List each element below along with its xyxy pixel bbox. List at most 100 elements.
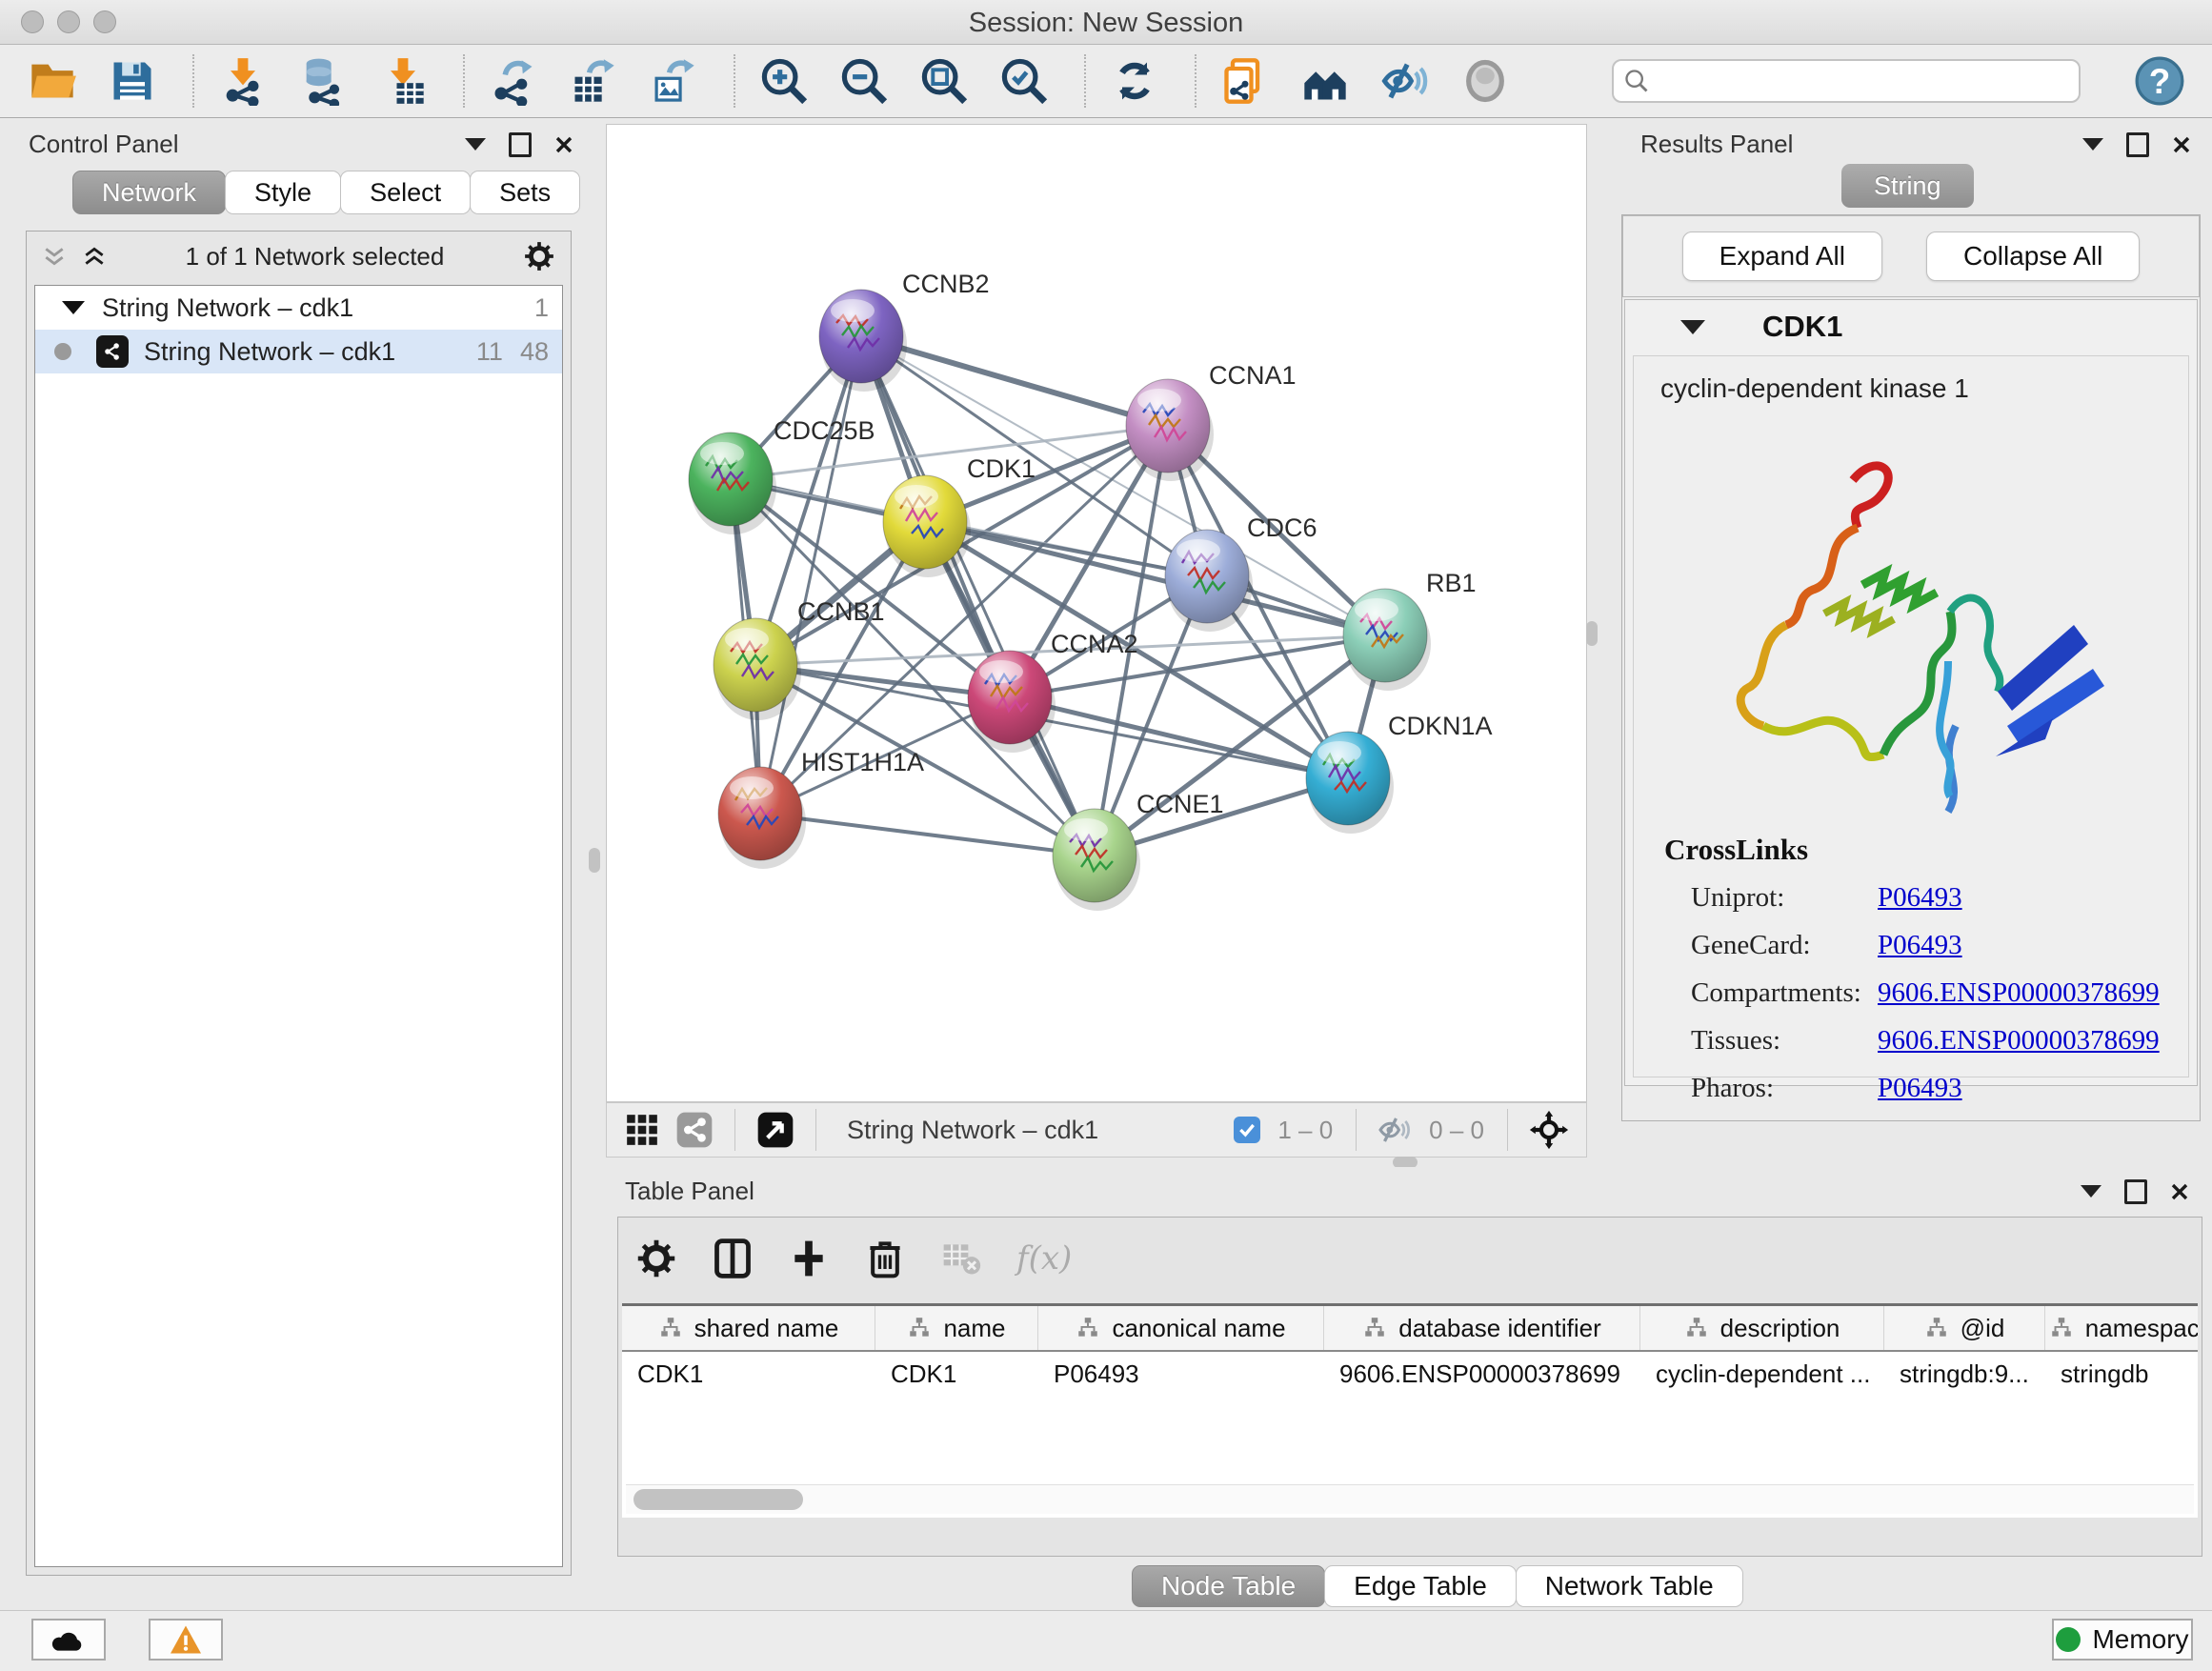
panel-menu-icon[interactable] bbox=[465, 138, 486, 151]
zoom-out-button[interactable] bbox=[836, 53, 892, 109]
gene-section-header[interactable]: CDK1 bbox=[1625, 300, 2197, 353]
function-builder-icon[interactable]: f(x) bbox=[1016, 1239, 1072, 1278]
panel-float-icon[interactable] bbox=[2124, 1179, 2147, 1204]
network-node-label: CCNA2 bbox=[1051, 630, 1138, 658]
pharos-link[interactable]: P06493 bbox=[1878, 1073, 1962, 1104]
column-header-namespace[interactable]: namespace bbox=[2045, 1306, 2198, 1350]
string-network-icon bbox=[96, 335, 129, 368]
tab-node-table[interactable]: Node Table bbox=[1132, 1565, 1325, 1607]
import-network-file-button[interactable] bbox=[215, 53, 271, 109]
scrollbar-thumb[interactable] bbox=[633, 1489, 803, 1510]
network-node[interactable]: CCNB2 bbox=[819, 270, 990, 392]
zoom-in-button[interactable] bbox=[756, 53, 812, 109]
control-panel-title: Control Panel bbox=[29, 130, 179, 159]
tab-network[interactable]: Network bbox=[72, 171, 226, 214]
table-gear-icon[interactable] bbox=[635, 1238, 677, 1279]
genecard-link[interactable]: P06493 bbox=[1878, 930, 1962, 961]
export-network-button[interactable] bbox=[486, 53, 541, 109]
zoom-selected-button[interactable] bbox=[996, 53, 1052, 109]
add-column-icon[interactable] bbox=[788, 1238, 830, 1279]
collapse-all-networks-icon[interactable] bbox=[42, 244, 67, 269]
panel-menu-icon[interactable] bbox=[2082, 138, 2103, 151]
network-node[interactable]: HIST1H1A bbox=[718, 748, 924, 869]
tissues-link[interactable]: 9606.ENSP00000378699 bbox=[1878, 1025, 2160, 1057]
expand-all-button[interactable]: Expand All bbox=[1682, 232, 1882, 281]
toolbar-separator bbox=[1084, 54, 1086, 108]
expand-all-networks-icon[interactable] bbox=[82, 244, 107, 269]
tab-style[interactable]: Style bbox=[225, 171, 341, 214]
left-splitter-handle[interactable] bbox=[589, 848, 600, 873]
network-node-label: CDC25B bbox=[774, 416, 875, 445]
tab-edge-table[interactable]: Edge Table bbox=[1324, 1565, 1517, 1607]
cytoscape-window: { "window": {"title": "Session: New Sess… bbox=[0, 0, 2212, 1671]
table-header-row: shared name name canonical name database… bbox=[622, 1306, 2198, 1352]
network-node[interactable]: CCNA1 bbox=[1126, 361, 1297, 481]
hidden-eye-slash-icon[interactable] bbox=[1377, 1113, 1412, 1147]
houses-button[interactable] bbox=[1297, 53, 1353, 109]
zoom-fit-button[interactable] bbox=[916, 53, 972, 109]
show-all-button[interactable] bbox=[1458, 53, 1513, 109]
network-node[interactable]: CCNE1 bbox=[1053, 790, 1224, 911]
network-node-label: RB1 bbox=[1426, 569, 1477, 597]
open-session-button[interactable] bbox=[25, 53, 80, 109]
grid-view-icon[interactable] bbox=[624, 1112, 660, 1148]
column-header-canonical-name[interactable]: canonical name bbox=[1038, 1306, 1324, 1350]
tab-network-table[interactable]: Network Table bbox=[1516, 1565, 1743, 1607]
panel-float-icon[interactable] bbox=[2126, 132, 2149, 157]
memory-button[interactable]: Memory bbox=[2052, 1619, 2193, 1661]
column-header-shared-name[interactable]: shared name bbox=[622, 1306, 875, 1350]
network-node[interactable]: RB1 bbox=[1343, 569, 1477, 691]
cloud-status-button[interactable] bbox=[31, 1619, 106, 1661]
gene-collapse-icon[interactable] bbox=[1680, 320, 1705, 334]
network-edge[interactable] bbox=[861, 336, 1095, 856]
column-header-name[interactable]: name bbox=[875, 1306, 1038, 1350]
trash-icon[interactable] bbox=[864, 1238, 906, 1279]
gear-icon[interactable] bbox=[523, 240, 555, 272]
tab-sets[interactable]: Sets bbox=[470, 171, 580, 214]
uniprot-link[interactable]: P06493 bbox=[1878, 882, 1962, 914]
selected-checkbox-icon[interactable] bbox=[1234, 1117, 1260, 1143]
compartments-link[interactable]: 9606.ENSP00000378699 bbox=[1878, 977, 2160, 1009]
panel-close-icon[interactable] bbox=[2170, 1182, 2189, 1201]
birdseye-view-icon[interactable] bbox=[756, 1111, 794, 1149]
panel-float-icon[interactable] bbox=[509, 132, 532, 157]
collection-expand-icon[interactable] bbox=[62, 301, 85, 314]
table-horizontal-scrollbar[interactable] bbox=[626, 1484, 2194, 1514]
tab-string[interactable]: String bbox=[1841, 164, 1974, 208]
panel-close-icon[interactable] bbox=[2172, 135, 2191, 154]
fit-selected-crosshair-icon[interactable] bbox=[1529, 1110, 1569, 1150]
hide-selected-button[interactable] bbox=[1377, 53, 1433, 109]
search-icon bbox=[1623, 68, 1650, 94]
export-table-button[interactable] bbox=[566, 53, 621, 109]
column-header-description[interactable]: description bbox=[1640, 1306, 1884, 1350]
refresh-button[interactable] bbox=[1107, 53, 1162, 109]
warning-button[interactable] bbox=[149, 1619, 223, 1661]
right-splitter-handle[interactable] bbox=[1586, 621, 1598, 646]
search-input[interactable] bbox=[1612, 59, 2081, 103]
network-edge[interactable] bbox=[760, 336, 861, 814]
network-edge[interactable] bbox=[1010, 697, 1348, 778]
panel-menu-icon[interactable] bbox=[2081, 1185, 2101, 1198]
network-edge[interactable] bbox=[861, 336, 1168, 426]
save-session-button[interactable] bbox=[105, 53, 160, 109]
export-image-button[interactable] bbox=[646, 53, 701, 109]
network-row[interactable]: String Network – cdk1 11 48 bbox=[35, 330, 562, 373]
table-row[interactable]: CDK1 CDK1 P06493 9606.ENSP00000378699 cy… bbox=[622, 1352, 2198, 1396]
import-network-database-button[interactable] bbox=[295, 53, 351, 109]
panel-close-icon[interactable] bbox=[554, 135, 573, 154]
network-edge[interactable] bbox=[760, 814, 1095, 856]
string-view-icon[interactable] bbox=[675, 1111, 714, 1149]
delete-table-icon[interactable] bbox=[940, 1238, 982, 1279]
network-collection-row[interactable]: String Network – cdk1 1 bbox=[35, 286, 562, 330]
column-header-id[interactable]: @id bbox=[1884, 1306, 2045, 1350]
network-canvas[interactable]: CCNB2CCNA1CDC25BCDK1CDC6RB1CCNB1CCNA2CDK… bbox=[606, 124, 1587, 1102]
show-columns-icon[interactable] bbox=[712, 1238, 754, 1279]
column-header-database-identifier[interactable]: database identifier bbox=[1324, 1306, 1640, 1350]
tab-select[interactable]: Select bbox=[340, 171, 471, 214]
import-table-file-button[interactable] bbox=[375, 53, 431, 109]
help-button[interactable]: ? bbox=[2132, 53, 2187, 109]
copy-network-button[interactable] bbox=[1217, 53, 1273, 109]
network-node[interactable]: CDKN1A bbox=[1306, 712, 1493, 834]
collapse-all-button[interactable]: Collapse All bbox=[1926, 232, 2140, 281]
network-node[interactable]: CDC25B bbox=[689, 416, 875, 534]
